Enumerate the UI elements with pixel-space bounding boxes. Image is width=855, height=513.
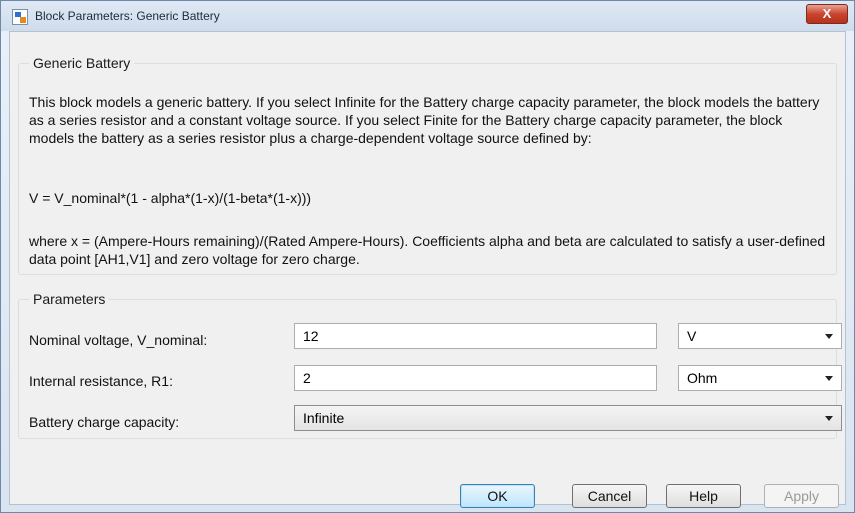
chevron-down-icon	[825, 334, 833, 339]
description-explanation: where x = (Ampere-Hours remaining)/(Rate…	[29, 233, 826, 267]
description-formula: V = V_nominal*(1 - alpha*(1-x)/(1-beta*(…	[29, 190, 312, 206]
description-paragraph: This block models a generic battery. If …	[29, 94, 820, 146]
battery-charge-capacity-label: Battery charge capacity:	[29, 414, 180, 430]
description-group-legend: Generic Battery	[29, 55, 135, 71]
title-bar[interactable]: Block Parameters: Generic Battery X	[1, 1, 854, 31]
dialog-window: Block Parameters: Generic Battery X Gene…	[0, 0, 855, 513]
chevron-down-icon	[825, 416, 833, 421]
simulink-block-icon	[12, 9, 28, 25]
ok-button[interactable]: OK	[460, 484, 535, 508]
apply-button[interactable]: Apply	[764, 484, 839, 508]
close-button[interactable]: X	[806, 4, 848, 24]
battery-charge-capacity-value: Infinite	[303, 410, 345, 426]
cancel-button[interactable]: Cancel	[572, 484, 647, 508]
nominal-voltage-unit-select[interactable]: V	[678, 323, 842, 349]
internal-resistance-unit-value: Ohm	[687, 370, 718, 386]
window-title: Block Parameters: Generic Battery	[35, 9, 220, 23]
dialog-content: Generic Battery This block models a gene…	[9, 31, 846, 508]
internal-resistance-label: Internal resistance, R1:	[29, 373, 173, 389]
internal-resistance-unit-select[interactable]: Ohm	[678, 365, 842, 391]
nominal-voltage-label: Nominal voltage, V_nominal:	[29, 332, 208, 348]
nominal-voltage-input[interactable]: 12	[294, 323, 657, 349]
nominal-voltage-unit-value: V	[687, 328, 697, 344]
chevron-down-icon	[825, 376, 833, 381]
internal-resistance-input[interactable]: 2	[294, 365, 657, 391]
parameters-group-legend: Parameters	[29, 291, 110, 307]
battery-charge-capacity-select[interactable]: Infinite	[294, 405, 842, 431]
help-button[interactable]: Help	[666, 484, 741, 508]
